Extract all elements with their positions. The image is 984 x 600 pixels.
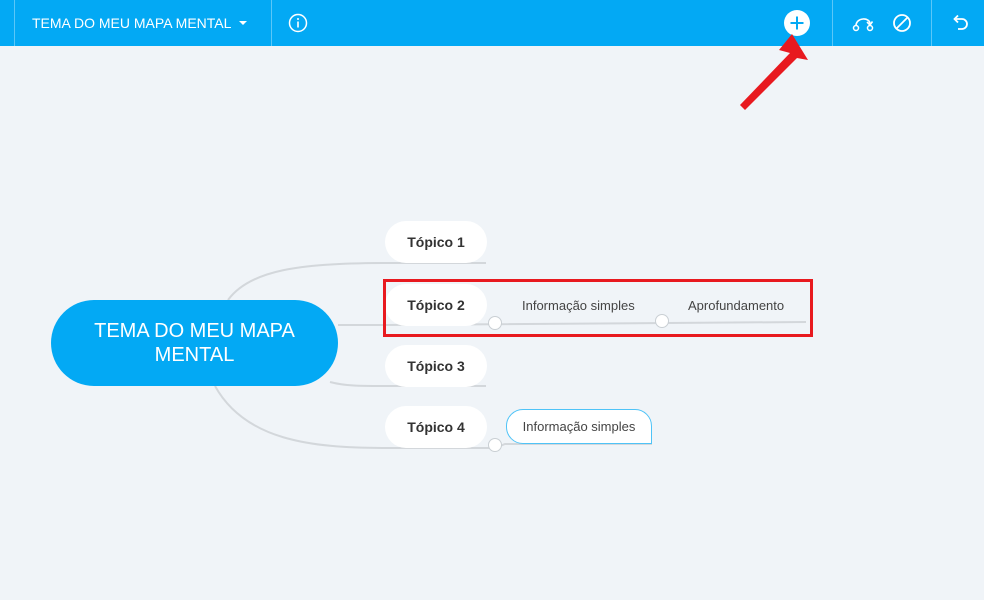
map-title-label: TEMA DO MEU MAPA MENTAL (32, 15, 232, 31)
no-entry-icon (893, 14, 911, 32)
toolbar-divider (931, 0, 932, 46)
annotation-arrow-icon (740, 34, 808, 110)
topic-1[interactable]: Tópico 1 (385, 221, 487, 263)
topic-label: Tópico 4 (407, 419, 465, 435)
undo-icon (953, 14, 968, 30)
cancel-button[interactable] (882, 0, 922, 46)
central-topic-label: TEMA DO MEU MAPA MENTAL (94, 320, 295, 366)
topic-3[interactable]: Tópico 3 (385, 345, 487, 387)
relation-icon (852, 18, 874, 32)
subtopic-label: Informação simples (522, 419, 636, 434)
collapse-knob[interactable] (488, 438, 502, 452)
topic-label: Tópico 1 (407, 234, 465, 250)
topic-4[interactable]: Tópico 4 (385, 406, 487, 448)
map-title-dropdown[interactable]: TEMA DO MEU MAPA MENTAL (14, 0, 270, 46)
relationship-button[interactable] (843, 0, 883, 46)
info-button[interactable] (278, 0, 318, 46)
toolbar-divider (832, 0, 833, 46)
toolbar-divider (271, 0, 272, 46)
info-icon (288, 13, 308, 33)
undo-button[interactable] (940, 0, 980, 46)
highlight-box (383, 279, 813, 337)
subtopic-simple-info-selected[interactable]: Informação simples (506, 409, 652, 444)
top-toolbar: TEMA DO MEU MAPA MENTAL (0, 0, 984, 46)
chevron-down-icon (239, 21, 248, 25)
topic-label: Tópico 3 (407, 358, 465, 374)
central-topic[interactable]: TEMA DO MEU MAPA MENTAL (51, 300, 338, 386)
